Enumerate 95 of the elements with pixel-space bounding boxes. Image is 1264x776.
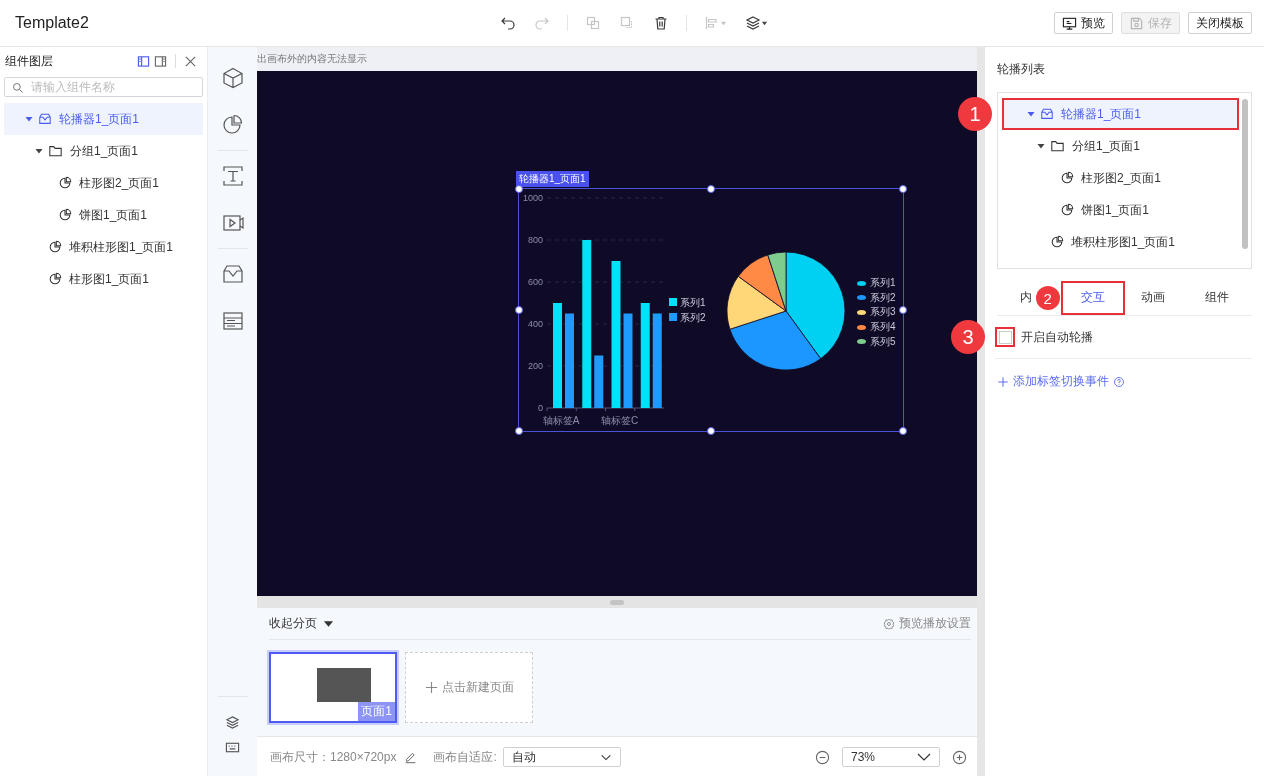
widget-label: 轮播器1_页面1 (516, 171, 589, 187)
axis-tick-label: 轴标签C (600, 415, 639, 426)
layout-left-icon[interactable] (135, 54, 152, 68)
tree-item[interactable]: 饼图1_页面1 (4, 199, 203, 231)
caret-down-icon (719, 19, 727, 27)
callout-badge: 2 (1035, 286, 1060, 310)
layout-right-icon[interactable] (152, 54, 169, 68)
pie-chart-icon (1060, 203, 1074, 217)
checkbox[interactable] (995, 327, 1015, 347)
folder-icon (1050, 139, 1065, 153)
axis-tick-label: 轴标签A (542, 415, 580, 426)
tree-item[interactable]: 柱形图2_页面1 (4, 167, 203, 199)
zoom-dropdown[interactable]: 73% (842, 747, 940, 767)
monitor-icon (1062, 15, 1077, 31)
preview-button[interactable]: 预览 (1054, 12, 1113, 34)
caret-down-icon[interactable] (1026, 109, 1036, 119)
tab[interactable]: 动画 (1124, 281, 1189, 315)
legend-label: 系列2 (870, 290, 896, 305)
zoom-in-button[interactable] (950, 749, 969, 765)
new-page-button[interactable]: 点击新建页面 (405, 652, 533, 723)
axis-tick-label: 800 (527, 235, 543, 245)
legend-label: 系列1 (870, 276, 896, 290)
minus-circle-icon (815, 749, 830, 765)
collapse-pages-button[interactable]: 收起分页 (269, 615, 334, 632)
resize-handle[interactable] (707, 427, 715, 435)
axis-tick-label: 0 (538, 403, 543, 413)
tab[interactable]: 交互 (1060, 281, 1125, 315)
fit-dropdown[interactable]: 自动 (502, 747, 621, 767)
legend-label: 系列3 (870, 305, 896, 320)
bar (594, 355, 604, 408)
inbox-icon (1040, 107, 1054, 121)
tree-item[interactable]: 轮播器1_页面1 (1002, 98, 1239, 130)
fit-label: 画布自适应: (433, 748, 497, 766)
playback-settings-button[interactable]: 预览播放设置 (883, 615, 971, 632)
help-icon (1113, 375, 1125, 388)
tree-item[interactable]: 柱形图1_页面1 (4, 263, 203, 295)
close-icon (184, 54, 197, 68)
notice-text: 出画布外的内容无法显示 (257, 52, 367, 66)
caret-down-icon[interactable] (24, 114, 34, 124)
zoom-out-button[interactable] (813, 749, 832, 765)
tree-item[interactable]: 分组1_页面1 (4, 135, 203, 167)
legend-label: 系列2 (680, 312, 706, 323)
panel-icon (137, 54, 150, 68)
tree-item[interactable]: 柱形图2_页面1 (1002, 162, 1239, 194)
search-icon (12, 82, 24, 94)
resize-handle[interactable] (515, 306, 523, 314)
document-title: Template2 (15, 14, 90, 32)
resize-handle[interactable] (707, 185, 715, 193)
axis-tick-label: 1000 (522, 193, 543, 203)
tree-item[interactable]: 堆积柱形图1_页面1 (1002, 226, 1239, 258)
caret-down-icon[interactable] (1036, 141, 1046, 151)
tree-item[interactable]: 堆积柱形图1_页面1 (4, 231, 203, 263)
plus-icon (424, 681, 438, 694)
axis-tick-label: 600 (527, 277, 543, 287)
resize-handle[interactable] (515, 427, 523, 435)
panel-title: 组件图层 (5, 52, 54, 70)
pie-chart-icon (1060, 171, 1074, 185)
tree-item[interactable]: 分组1_页面1 (1002, 130, 1239, 162)
plus-icon (997, 375, 1009, 388)
legend-label: 系列5 (870, 334, 896, 349)
pie-chart-icon (58, 208, 72, 222)
search-field[interactable]: 请输入组件名称 (4, 77, 203, 97)
pie-chart-icon (48, 240, 62, 254)
pencil-icon (404, 750, 418, 764)
add-event-link[interactable]: 添加标签切换事件 (997, 373, 1109, 390)
inbox-icon (38, 112, 52, 126)
panel-title: 轮播列表 (997, 60, 1046, 78)
scrollbar[interactable] (1242, 99, 1248, 249)
legend-label: 系列4 (870, 320, 896, 335)
tab[interactable]: 组件 (1188, 281, 1252, 315)
canvas-size-text: 画布尺寸：1280×720px (270, 748, 397, 766)
tree-item[interactable]: 饼图1_页面1 (1002, 194, 1239, 226)
legend-label: 系列1 (680, 297, 706, 308)
caret-down-icon (323, 619, 334, 628)
pie-chart-icon (1050, 235, 1064, 249)
plus-circle-icon (952, 749, 967, 765)
settings-icon (883, 617, 895, 630)
save-icon (1129, 15, 1144, 31)
axis-tick-label: 200 (527, 361, 543, 371)
checkbox-label: 开启自动轮播 (1021, 328, 1093, 346)
carousel-widget[interactable]: 0 200 400 600 800 1000 轴标签A 轴标签C 系列1 系列2 系列1 系列2 系列3 系列4 系列5 (518, 188, 904, 432)
tree-item[interactable]: 轮播器1_页面1 (4, 103, 203, 135)
resize-handle[interactable] (899, 306, 907, 314)
caret-down-icon (760, 19, 768, 27)
axis-tick-label: 400 (527, 319, 543, 329)
close-button[interactable]: 关闭模板 (1188, 12, 1252, 34)
resize-handle[interactable] (899, 185, 907, 193)
panel-icon (154, 54, 167, 68)
resize-handle[interactable] (515, 185, 523, 193)
folder-icon (48, 144, 63, 158)
resize-handle[interactable] (899, 427, 907, 435)
pie-chart-icon (58, 176, 72, 190)
caret-down-icon[interactable] (34, 146, 44, 156)
pie-chart-icon (48, 272, 62, 286)
splitter-handle[interactable] (610, 599, 624, 605)
